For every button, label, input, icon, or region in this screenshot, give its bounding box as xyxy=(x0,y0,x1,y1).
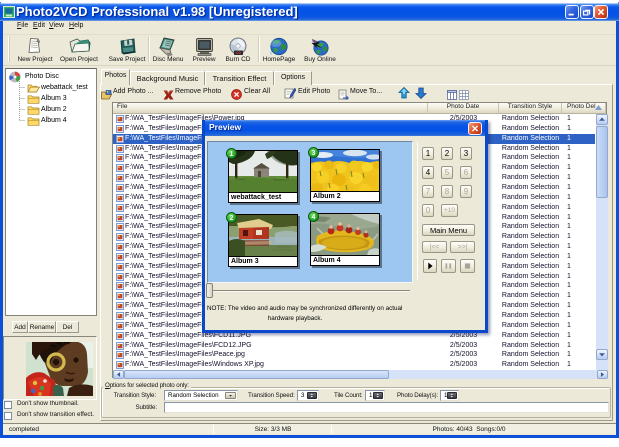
svg-text:CD: CD xyxy=(236,51,242,55)
